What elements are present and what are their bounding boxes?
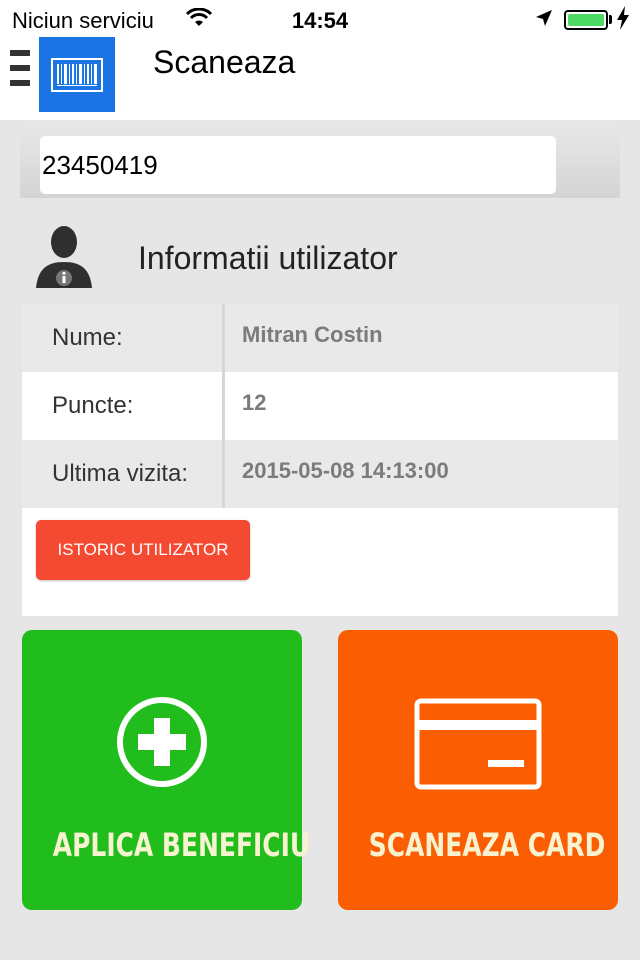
location-arrow-icon	[534, 8, 554, 34]
user-info-card: Nume: Mitran Costin Puncte: 12 Ultima vi…	[22, 304, 618, 616]
info-row-points: Puncte: 12	[22, 372, 618, 440]
battery-icon	[564, 10, 608, 30]
info-row-name: Nume: Mitran Costin	[22, 304, 618, 372]
points-label: Puncte:	[52, 392, 134, 419]
info-row-last-visit: Ultima vizita: 2015-05-08 14:13:00	[22, 440, 618, 508]
nav-bar: Scaneaza	[0, 37, 640, 120]
plus-circle-icon	[117, 697, 207, 787]
name-value: Mitran Costin	[242, 322, 383, 347]
name-label: Nume:	[52, 324, 123, 351]
status-bar: Niciun serviciu 14:54	[0, 0, 640, 40]
last-visit-value: 2015-05-08 14:13:00	[242, 458, 449, 483]
page-title: Scaneaza	[153, 44, 296, 80]
card-number-input[interactable]	[40, 136, 556, 194]
points-value: 12	[242, 390, 267, 415]
charging-bolt-icon	[616, 6, 630, 36]
user-history-button[interactable]: ISTORIC UTILIZATOR	[36, 520, 250, 580]
last-visit-label: Ultima vizita:	[52, 460, 189, 487]
scan-card-button[interactable]: SCANEAZA CARD	[338, 630, 618, 910]
battery-tip	[609, 15, 612, 24]
barcode-icon	[39, 37, 115, 112]
scan-card-label: SCANEAZA CARD	[368, 826, 606, 864]
apply-benefit-label: APLICA BENEFICIU	[52, 826, 311, 864]
column-divider	[222, 304, 225, 508]
credit-card-icon	[414, 698, 542, 790]
user-info-icon	[34, 222, 94, 290]
apply-benefit-button[interactable]: APLICA BENEFICIU	[22, 630, 311, 910]
user-info-title: Informatii utilizator	[138, 240, 398, 276]
hamburger-icon[interactable]	[10, 50, 32, 98]
